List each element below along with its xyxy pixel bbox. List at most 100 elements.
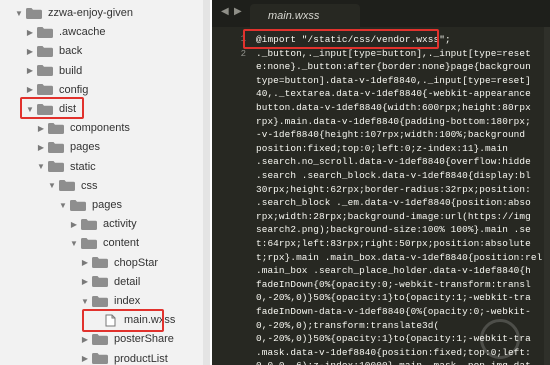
tree-item-label: index (114, 295, 141, 307)
tree-item-label: build (59, 64, 83, 77)
chevron-down-icon[interactable]: ▼ (14, 9, 24, 18)
tree-item-label: productList (114, 352, 168, 365)
chevron-down-icon[interactable]: ▼ (36, 162, 46, 171)
tree-item-label: back (59, 45, 83, 58)
tree-item-label: components (70, 122, 130, 135)
tree-folder-item[interactable]: ▶ posterShare (0, 329, 205, 349)
chevron-right-icon[interactable]: ▶ (80, 354, 90, 363)
folder-icon (37, 84, 53, 96)
tree-item-label: detail (114, 275, 141, 288)
tree-folder-item[interactable]: ▶ build (0, 61, 205, 81)
tree-item-label: activity (103, 218, 137, 231)
folder-icon (37, 45, 53, 57)
chevron-right-icon[interactable]: ▶ (25, 28, 35, 37)
code-line: type=button].data-v-1def8840,._input[typ… (256, 74, 531, 86)
tree-folder-item[interactable]: ▶ .awcache (0, 22, 205, 42)
folder-open-icon (92, 295, 108, 307)
tab-bar: ◀ ▶ main.wxss (212, 0, 550, 27)
chevron-right-icon[interactable]: ▶ (69, 220, 79, 229)
code-line: -v-1def8840{height:107rpx;width:100%;bac… (256, 129, 526, 141)
chevron-right-icon[interactable]: ▶ (25, 85, 35, 94)
folder-icon (37, 65, 53, 77)
editor-scrollbar[interactable] (544, 27, 550, 365)
highlight-box-dist (20, 97, 84, 119)
folder-icon (48, 141, 64, 153)
tree-folder-item[interactable]: ▶ pages (0, 137, 205, 157)
code-editor: ◀ ▶ main.wxss 1 2 @import "/static/css/v… (212, 0, 550, 365)
tree-folder-item[interactable]: ▼ css (0, 176, 205, 196)
code-line: t:64rpx;left:83rpx;right:50rpx;position:… (256, 238, 531, 249)
tree-folder-item[interactable]: ▶ chopStar (0, 253, 205, 273)
chevron-right-icon[interactable]: ▶ (80, 258, 90, 267)
code-line: 0,0,0,.6);z-index:10000}.main .mask .pop… (256, 360, 531, 365)
code-line: e:none}._button:after{border:none}page{b… (256, 61, 531, 73)
tree-folder-item[interactable]: ▶ productList (0, 349, 205, 365)
folder-open-icon (26, 7, 42, 19)
code-line: .search_block ._em.data-v-1def8840{posit… (256, 197, 531, 209)
code-line: button.data-v-1def8840{width:600rpx;heig… (256, 102, 531, 113)
code-line: position:fixed;top:0;left:0;z-index:11}.… (256, 142, 508, 154)
code-line: ._button,._input[type=button],._input[ty… (256, 47, 531, 59)
tree-item-label: .awcache (59, 26, 106, 39)
tree-item-label: posterShare (114, 333, 174, 346)
nav-back-arrow-icon[interactable]: ◀ (221, 6, 229, 17)
chevron-right-icon[interactable]: ▶ (25, 47, 35, 56)
tree-item-label: config (59, 83, 89, 96)
line-number: 2 (240, 49, 246, 59)
tree-folder-item[interactable]: ▼ index (0, 291, 205, 311)
tree-folder-item[interactable]: ▼ content (0, 233, 205, 253)
folder-icon (92, 353, 108, 365)
code-line: 30rpx;height:62rpx;border-radius:32rpx;p… (256, 183, 531, 195)
code-line: rpx}.main.data-v-1def8840{padding-bottom… (256, 115, 531, 127)
highlight-box-import (243, 29, 439, 49)
chevron-down-icon[interactable]: ▼ (58, 201, 68, 210)
chevron-right-icon[interactable]: ▶ (25, 66, 35, 75)
code-line: .search .search_block.data-v-1def8840{di… (256, 170, 531, 181)
sidebar-scrollbar[interactable] (203, 0, 210, 365)
code-line: search2.png);background-size:100% 100%}.… (256, 224, 531, 236)
code-area[interactable]: @import "/static/css/vendor.wxss"; ._butt… (256, 27, 550, 365)
folder-icon (92, 276, 108, 288)
tree-folder-item[interactable]: ▶ back (0, 41, 205, 61)
tree-item-label: content (103, 237, 140, 250)
highlight-box-main-wxss (82, 309, 164, 332)
chevron-right-icon[interactable]: ▶ (80, 335, 90, 344)
folder-icon (37, 26, 53, 38)
tree-item-label: css (81, 179, 98, 192)
chevron-right-icon[interactable]: ▶ (80, 277, 90, 286)
code-line: 0,-20%,0);transform:translate3d( (256, 319, 440, 331)
folder-icon (92, 257, 108, 269)
code-line: fadeInDown{0%{opacity:0;-webkit-transfor… (256, 278, 531, 290)
code-line: t;rpx}.main .main_box.data-v-1def8840{po… (256, 251, 543, 263)
code-line: 0,-20%,0)}50%{opacity:1}to{opacity:1;-we… (256, 292, 531, 304)
chevron-down-icon[interactable]: ▼ (80, 297, 90, 306)
tree-folder-item[interactable]: ▶ detail (0, 272, 205, 292)
code-line: 40,._textarea.data-v-1def8840{-webkit-ap… (256, 88, 531, 100)
tree-item-label: static (70, 160, 96, 173)
code-line: rpx;width:28rpx;background-image:url(htt… (256, 210, 531, 222)
tree-item-label: zzwa-enjoy-given (48, 7, 133, 19)
folder-open-icon (48, 161, 64, 173)
code-line: .main_box .search_place_holder.data-v-1d… (256, 265, 531, 277)
chevron-down-icon[interactable]: ▼ (47, 181, 57, 190)
tree-item-label: chopStar (114, 256, 159, 269)
folder-open-icon (81, 237, 97, 249)
tree-folder-item[interactable]: ▶ activity (0, 214, 205, 234)
tree-folder-item[interactable]: ▼ zzwa-enjoy-given (0, 3, 205, 23)
tab-label: main.wxss (268, 9, 320, 22)
tree-item-label: pages (92, 199, 122, 211)
tab-main-wxss[interactable]: main.wxss (250, 4, 360, 27)
folder-icon (92, 333, 108, 345)
folder-icon (48, 122, 64, 134)
tree-folder-item[interactable]: ▼ pages (0, 195, 205, 215)
nav-forward-arrow-icon[interactable]: ▶ (234, 6, 242, 17)
watermark-logo-icon (480, 319, 520, 359)
tree-folder-item[interactable]: ▶ components (0, 118, 205, 138)
tree-folder-item[interactable]: ▼ static (0, 157, 205, 177)
chevron-right-icon[interactable]: ▶ (36, 143, 46, 152)
chevron-right-icon[interactable]: ▶ (36, 124, 46, 133)
code-line: .search.no_scroll.data-v-1def8840{overfl… (256, 156, 531, 168)
chevron-down-icon[interactable]: ▼ (69, 239, 79, 248)
folder-icon (81, 218, 97, 230)
folder-open-icon (70, 199, 86, 211)
